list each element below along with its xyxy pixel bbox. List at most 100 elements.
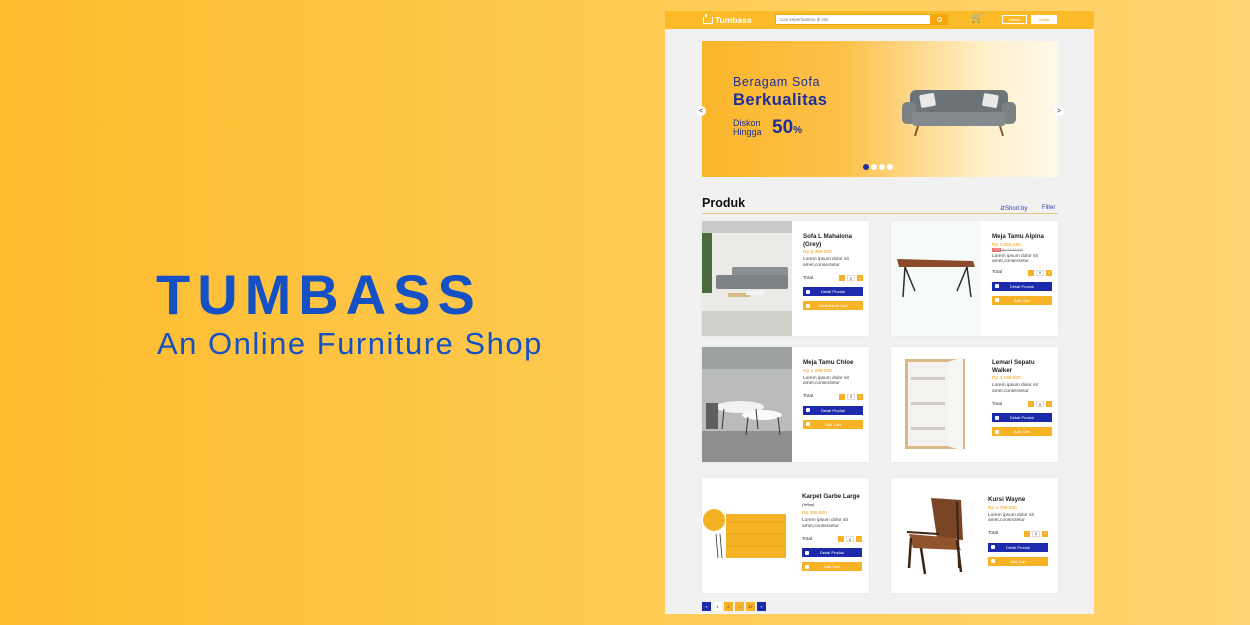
product-name[interactable]: Sofa L Mahalona (Grey): [803, 233, 863, 248]
logo[interactable]: Tumbass: [703, 13, 752, 25]
page-button[interactable]: 1: [713, 602, 722, 611]
product-name[interactable]: Meja Tamu Alpina: [992, 233, 1052, 241]
banner-dot[interactable]: [863, 164, 869, 170]
detail-product-button[interactable]: Detail Produk: [803, 405, 863, 415]
add-cart-button[interactable]: Add Cart: [803, 419, 863, 429]
cart-icon: [991, 559, 995, 563]
register-button[interactable]: Daftar: [1031, 15, 1057, 24]
banner-discount-number: 50: [772, 117, 794, 138]
product-image-carpet: [702, 478, 792, 593]
add-cart-button[interactable]: Add Cart: [988, 556, 1048, 566]
sort-button[interactable]: ⇵Short by: [1000, 205, 1027, 212]
product-price: Rp 4.199.000: [992, 376, 1021, 381]
banner-discount-text: Diskon Hingga: [733, 119, 762, 136]
product-name[interactable]: Lemari Sepatu Walker: [992, 359, 1052, 374]
cart-icon[interactable]: 🛒: [971, 13, 983, 24]
page-button[interactable]: 2: [724, 602, 733, 611]
quantity-value[interactable]: 0: [1036, 269, 1044, 276]
filter-button[interactable]: Filter: [1042, 205, 1055, 211]
next-page-button[interactable]: »: [757, 602, 766, 611]
quantity-row: Total - 0 +: [802, 536, 862, 542]
decrease-button[interactable]: -: [838, 536, 844, 542]
info-icon: [991, 545, 995, 549]
add-cart-button[interactable]: Add Cart: [992, 427, 1052, 436]
quantity-value[interactable]: 0: [1032, 530, 1040, 537]
shop-screenshot: Tumbass 🛒 Masuk Daftar Beragam Sofa Berk…: [665, 11, 1094, 614]
product-card[interactable]: Lemari Sepatu Walker Rp 4.199.000 Lorem …: [891, 347, 1058, 462]
product-card[interactable]: Sofa L Mahalona (Grey) Rp 5.359.000 Lore…: [702, 221, 869, 336]
detail-product-button[interactable]: Detail Produk: [988, 542, 1048, 552]
banner-dot[interactable]: [887, 164, 893, 170]
product-card[interactable]: Meja Tamu Chloe Rp 1.899.000 Lorem ipsum…: [702, 347, 869, 462]
logo-text: Tumbass: [715, 15, 752, 25]
decrease-button[interactable]: -: [1028, 269, 1034, 276]
total-label: Total: [803, 394, 814, 399]
old-price-value: Rp 3.599.000: [1002, 247, 1024, 252]
total-label: Total: [988, 531, 999, 536]
login-button[interactable]: Masuk: [1002, 15, 1027, 24]
quantity-stepper: - 0 +: [1024, 530, 1048, 537]
detail-product-button[interactable]: Detail Produk: [802, 548, 862, 557]
detail-product-label: Detail Produk: [819, 550, 844, 555]
product-card[interactable]: Meja Tamu Alpina Rp 3.059.150 15% Rp 3.5…: [891, 221, 1058, 336]
info-icon: [805, 550, 809, 555]
info-icon: [806, 408, 810, 412]
info-icon: [995, 415, 999, 420]
increase-button[interactable]: +: [1046, 269, 1052, 276]
quantity-row: Total - 0 +: [988, 530, 1048, 537]
banner-discount-unit: %: [793, 125, 803, 136]
product-image-sofa: [702, 221, 792, 336]
banner-discount-line2: Hingga: [733, 126, 762, 137]
add-cart-button[interactable]: Add Cart: [992, 295, 1052, 305]
products-title: Produk: [702, 196, 746, 210]
increase-button[interactable]: +: [857, 275, 863, 281]
detail-product-button[interactable]: Detail Produk: [803, 287, 863, 296]
decrease-button[interactable]: -: [839, 275, 845, 281]
banner-dot[interactable]: [871, 164, 877, 170]
banner-next-button[interactable]: >: [1054, 106, 1064, 116]
product-card[interactable]: Karpet Garbe Large (Yellow) Rp 399.000 L…: [702, 478, 869, 593]
quantity-value[interactable]: 0: [847, 393, 855, 400]
increase-button[interactable]: +: [856, 536, 862, 542]
cart-icon: [995, 298, 999, 302]
total-label: Total: [803, 275, 814, 281]
quantity-value[interactable]: 0: [1036, 401, 1044, 407]
decrease-button[interactable]: -: [839, 393, 845, 400]
decrease-button[interactable]: -: [1024, 530, 1030, 537]
quantity-value[interactable]: 2: [847, 275, 855, 281]
detail-product-button[interactable]: Detail Produk: [992, 281, 1052, 291]
search-bar: [775, 13, 948, 25]
product-name[interactable]: Kursi Wayne: [988, 496, 1048, 504]
detail-product-button[interactable]: Detail Produk: [992, 413, 1052, 422]
product-description: Lorem ipsum dolor sit amet,consectetur: [803, 375, 849, 387]
increase-button[interactable]: +: [857, 393, 863, 400]
cart-icon: [995, 429, 999, 434]
divider: [702, 213, 1058, 214]
add-cart-label: Add Cart: [825, 421, 841, 427]
add-cart-button[interactable]: Tambahkan Cart: [803, 301, 863, 310]
decrease-button[interactable]: -: [1028, 401, 1034, 407]
promo-banner[interactable]: Beragam Sofa Berkualitas Diskon Hingga 5…: [696, 41, 1064, 177]
prev-page-button[interactable]: «: [702, 602, 711, 611]
increase-button[interactable]: +: [1046, 401, 1052, 407]
product-card[interactable]: Kursi Wayne Rp 2.799.000 Lorem ipsum dol…: [891, 478, 1058, 593]
search-button[interactable]: [930, 13, 948, 25]
banner-line2: Berkualitas: [733, 91, 828, 109]
logo-icon: [703, 13, 713, 24]
quantity-stepper: - 0 +: [1028, 269, 1052, 276]
add-cart-button[interactable]: Add Cart: [802, 562, 862, 571]
page-button[interactable]: 37: [746, 602, 755, 611]
search-input[interactable]: [776, 15, 930, 24]
add-cart-label: Add Cart: [824, 564, 840, 569]
banner-prev-button[interactable]: <: [696, 106, 706, 116]
increase-button[interactable]: +: [1042, 530, 1048, 537]
quantity-value[interactable]: 0: [846, 536, 854, 542]
sofa-image: [902, 90, 1016, 137]
quantity-stepper: - 2 +: [839, 275, 863, 281]
product-name[interactable]: Meja Tamu Chloe: [803, 359, 863, 367]
product-name[interactable]: Karpet Garbe Large (Yellow): [802, 493, 862, 509]
product-price: Rp 2.799.000: [988, 505, 1017, 511]
product-description: Lorem ipsum dolor sit amet,consectetur: [992, 383, 1038, 394]
sort-label: Short by: [1005, 206, 1028, 212]
banner-dot[interactable]: [879, 164, 885, 170]
